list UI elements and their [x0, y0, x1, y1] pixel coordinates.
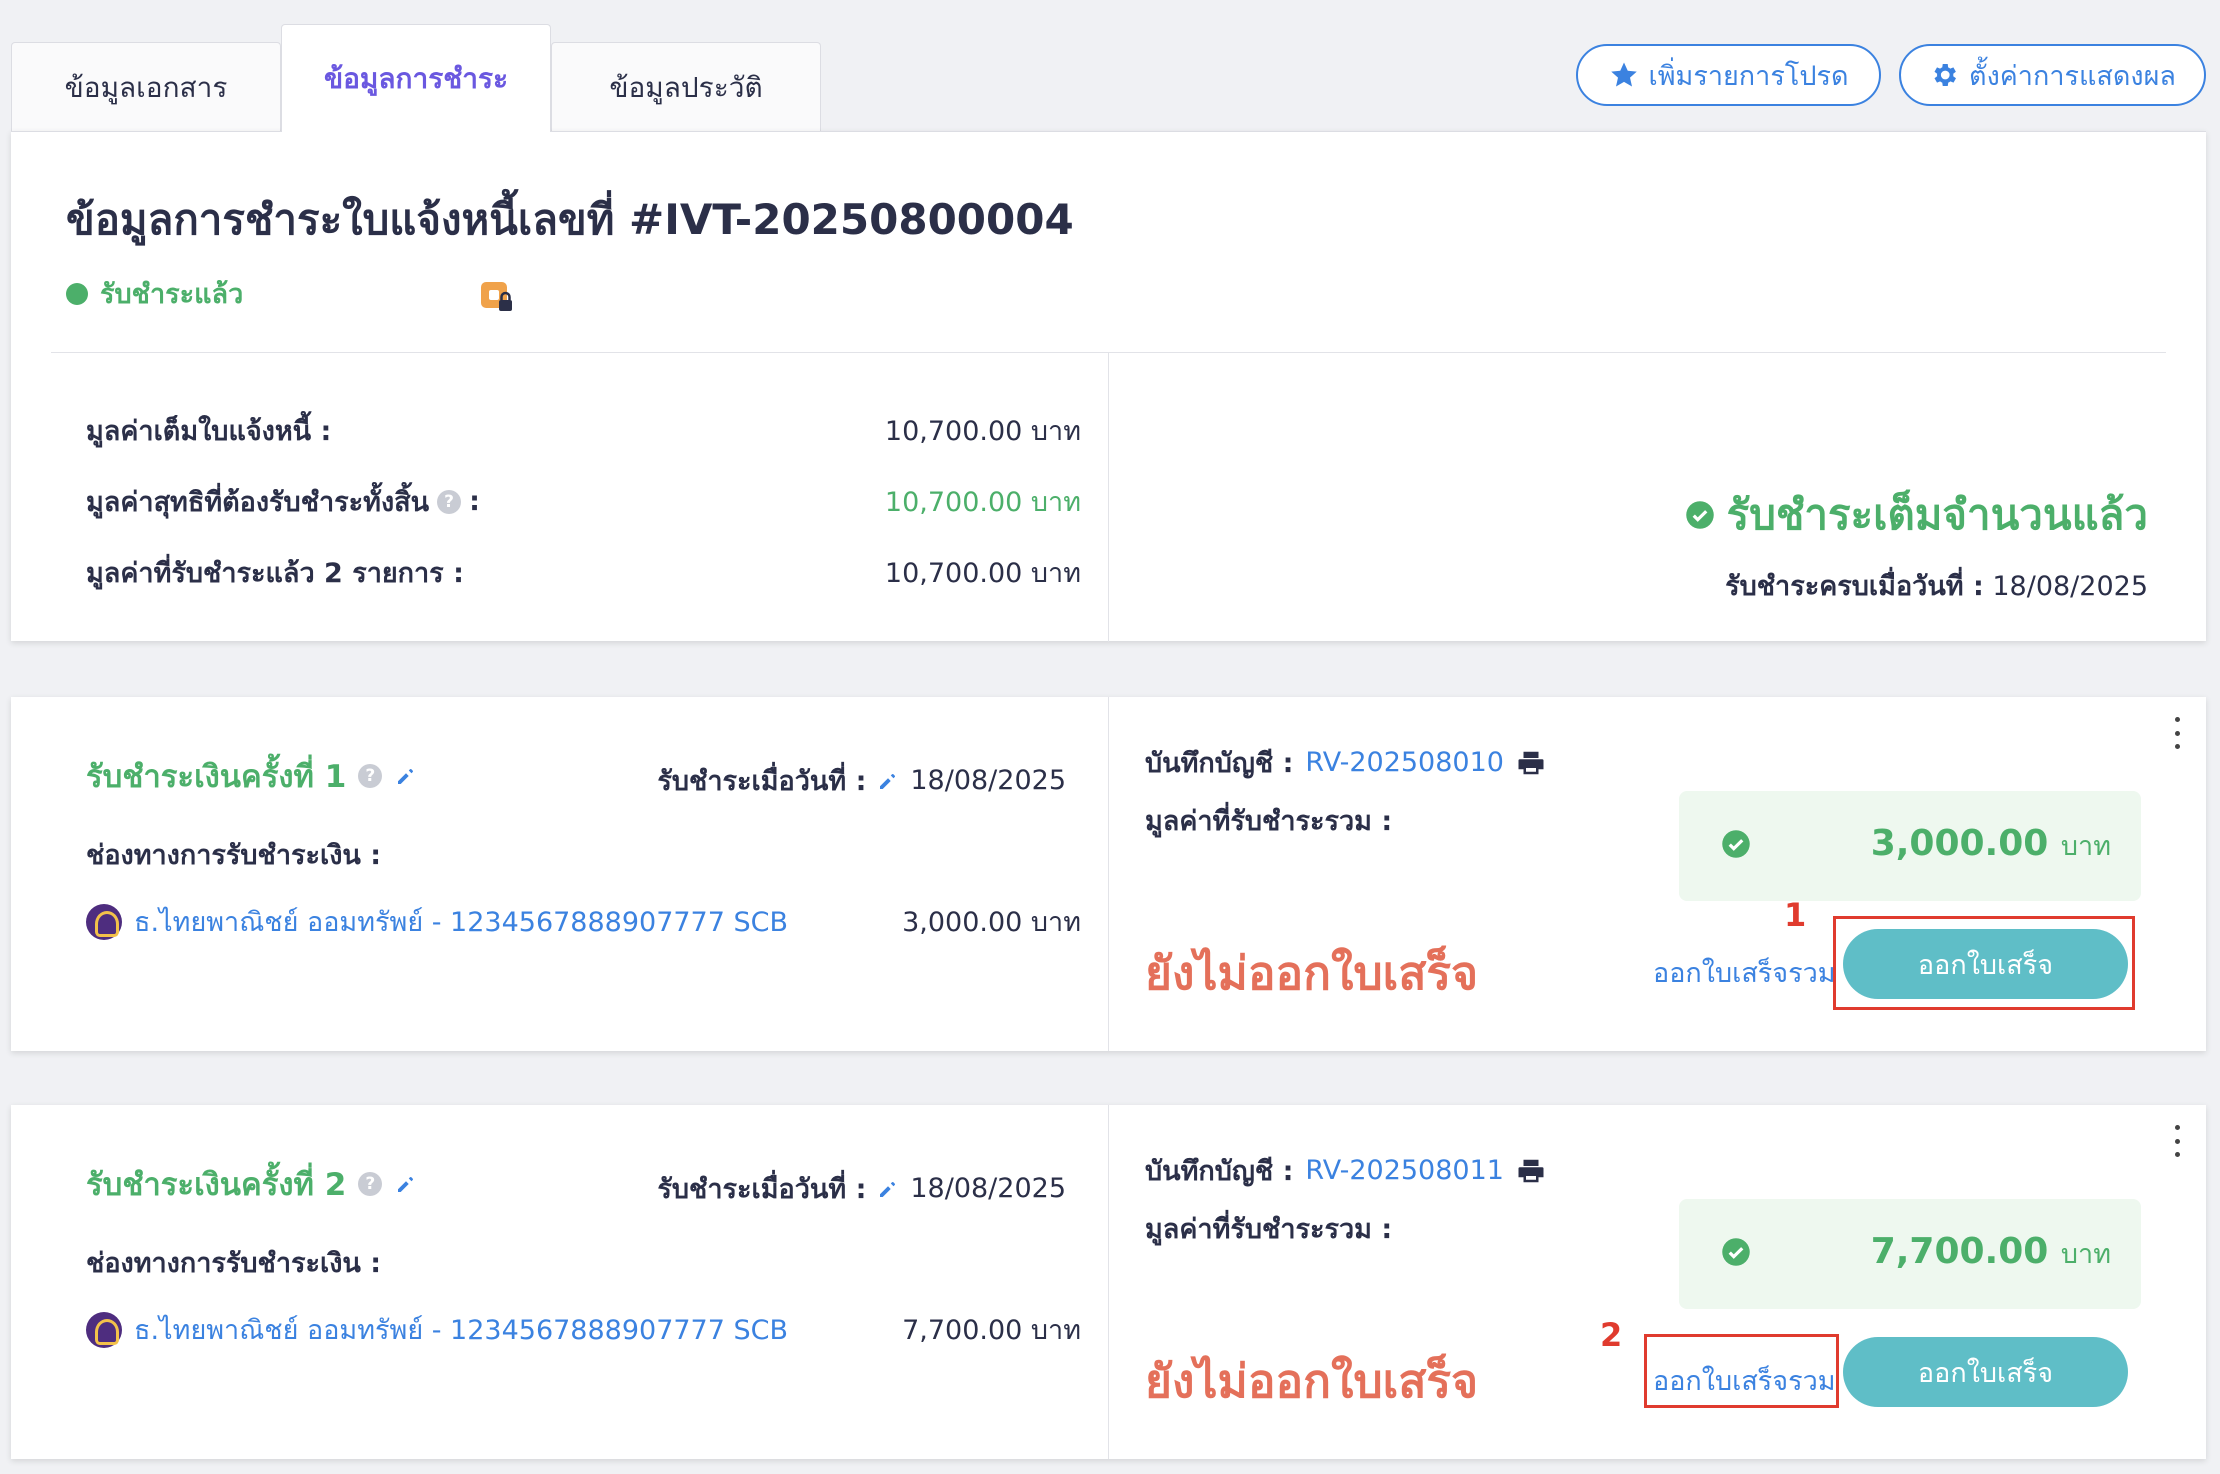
payment-channel-label: ช่องทางการรับชำระเงิน :	[86, 1248, 382, 1279]
paid-date-label: รับชำระครบเมื่อวันที่ :	[1725, 571, 1984, 602]
tab-payment-info[interactable]: ข้อมูลการชำระ	[281, 24, 551, 132]
check-circle-icon	[1722, 830, 1750, 858]
bank-amount: 7,700.00 บาท	[902, 1315, 1081, 1346]
payment-summary-card: ข้อมูลการชำระใบแจ้งหนี้เลขที่ #IVT-20250…	[11, 131, 2206, 642]
net-due-label-text: มูลค่าสุทธิที่ต้องรับชำระทั้งสิ้น	[86, 487, 430, 518]
payment-title: รับชำระเงินครั้งที่ 2 ?	[86, 1159, 418, 1209]
bank-account[interactable]: ธ.ไทยพาณิชย์ ออมทรัพย์ - 123456788890777…	[86, 1308, 788, 1351]
total-received-amount: 3,000.00 บาท	[1871, 823, 2111, 867]
annotation-number-1: 1	[1784, 896, 1807, 934]
page-title: ข้อมูลการชำระใบแจ้งหนี้เลขที่ #IVT-20250…	[66, 195, 1074, 244]
net-due-value: 10,700.00 บาท	[884, 487, 1081, 518]
bank-account-text[interactable]: ธ.ไทยพาณิชย์ ออมทรัพย์ - 123456788890777…	[134, 1308, 788, 1351]
invoice-total-label: มูลค่าเต็มใบแจ้งหนี้ :	[86, 416, 332, 447]
total-received-value: 7,700.00	[1870, 1231, 2049, 1272]
display-settings-label: ตั้งค่าการแสดงผล	[1969, 60, 2176, 92]
bank-account-text[interactable]: ธ.ไทยพาณิชย์ ออมทรัพย์ - 123456788890777…	[134, 900, 788, 943]
more-options-icon[interactable]	[2172, 1125, 2182, 1157]
help-icon[interactable]: ?	[437, 489, 462, 514]
payment-column-divider	[1108, 1105, 1109, 1459]
locked-document-icon[interactable]	[479, 280, 513, 314]
payment-channel-row: ธ.ไทยพาณิชย์ ออมทรัพย์ - 123456788890777…	[86, 1308, 1081, 1351]
payment-date-value: 18/08/2025	[910, 765, 1066, 796]
printer-icon[interactable]	[1516, 748, 1546, 778]
scb-bank-logo-icon	[86, 1311, 122, 1348]
more-options-icon[interactable]	[2172, 717, 2182, 749]
net-due-label-suffix: :	[469, 486, 480, 517]
total-received-label: มูลค่าที่รับชำระรวม :	[1145, 1214, 1393, 1245]
edit-date-pencil-icon[interactable]	[876, 1177, 900, 1201]
check-circle-icon	[1685, 501, 1714, 529]
total-received-amount: 7,700.00 บาท	[1871, 1231, 2111, 1275]
edit-pencil-icon[interactable]	[394, 1172, 418, 1196]
summary-column-divider	[1108, 353, 1109, 642]
help-icon[interactable]: ?	[358, 764, 383, 788]
display-settings-button[interactable]: ตั้งค่าการแสดงผล	[1899, 44, 2206, 106]
payment-column-divider	[1108, 697, 1109, 1051]
bank-amount: 3,000.00 บาท	[902, 907, 1081, 938]
scb-bank-logo-icon	[86, 903, 122, 940]
payment-date-label: รับชำระเมื่อวันที่ :	[657, 1174, 867, 1205]
edit-date-pencil-icon[interactable]	[876, 769, 900, 793]
full-paid-status: รับชำระเต็มจำนวนแล้ว	[1685, 482, 2148, 548]
receipt-status: ยังไม่ออกใบเสร็จ	[1145, 946, 1479, 1000]
invoice-total-row: มูลค่าเต็มใบแจ้งหนี้ : 10,700.00 บาท	[86, 409, 1081, 452]
payment-channel-row: ธ.ไทยพาณิชย์ ออมทรัพย์ - 123456788890777…	[86, 900, 1081, 943]
payment-card-2: รับชำระเงินครั้งที่ 2 ? รับชำระเมื่อวันท…	[11, 1105, 2206, 1459]
receipt-status: ยังไม่ออกใบเสร็จ	[1145, 1354, 1479, 1408]
add-favorite-button[interactable]: เพิ่มรายการโปรด	[1576, 44, 1881, 106]
ledger-label: บันทึกบัญชี :	[1145, 748, 1294, 779]
paid-complete-date: รับชำระครบเมื่อวันที่ : 18/08/2025	[1725, 564, 2148, 607]
annotation-number-2: 2	[1600, 1316, 1623, 1354]
ledger-link[interactable]: RV-202508011	[1305, 1155, 1504, 1186]
edit-pencil-icon[interactable]	[394, 764, 418, 788]
payment-date-label: รับชำระเมื่อวันที่ :	[657, 766, 867, 797]
payment-title-text: รับชำระเงินครั้งที่ 2	[86, 1167, 347, 1203]
status-label: รับชำระแล้ว	[100, 279, 244, 310]
help-icon[interactable]: ?	[358, 1172, 383, 1196]
payment-channel-label: ช่องทางการรับชำระเงิน :	[86, 840, 382, 871]
total-received-value: 3,000.00	[1870, 823, 2049, 864]
paid-total-row: มูลค่าที่รับชำระแล้ว 2 รายการ : 10,700.0…	[86, 551, 1081, 594]
ledger-entry: บันทึกบัญชี : RV-202508011	[1145, 1149, 1546, 1192]
total-received-label: มูลค่าที่รับชำระรวม :	[1145, 806, 1393, 837]
tab-history-info[interactable]: ข้อมูลประวัติ	[551, 42, 821, 132]
paid-date-value: 18/08/2025	[1992, 571, 2148, 602]
star-icon	[1610, 62, 1637, 87]
ledger-entry: บันทึกบัญชี : RV-202508010	[1145, 741, 1546, 784]
annotation-box-1	[1833, 916, 2135, 1010]
paid-total-value: 10,700.00 บาท	[884, 558, 1081, 589]
total-received-box: 7,700.00 บาท	[1679, 1199, 2141, 1309]
payment-date-value: 18/08/2025	[910, 1173, 1066, 1204]
tab-document-info[interactable]: ข้อมูลเอกสาร	[11, 42, 281, 132]
payment-title: รับชำระเงินครั้งที่ 1 ?	[86, 751, 418, 801]
currency-label: บาท	[2060, 1239, 2111, 1270]
combine-receipt-link[interactable]: ออกใบเสร็จรวม	[1653, 951, 1836, 994]
printer-icon[interactable]	[1516, 1156, 1546, 1186]
net-due-label: มูลค่าสุทธิที่ต้องรับชำระทั้งสิ้น ? :	[86, 480, 480, 523]
payment-date: รับชำระเมื่อวันที่ : 18/08/2025	[657, 759, 1066, 802]
check-circle-icon	[1722, 1238, 1750, 1266]
net-due-row: มูลค่าสุทธิที่ต้องรับชำระทั้งสิ้น ? : 10…	[86, 480, 1081, 523]
total-received-box: 3,000.00 บาท	[1679, 791, 2141, 901]
payment-title-text: รับชำระเงินครั้งที่ 1	[86, 759, 347, 795]
ledger-label: บันทึกบัญชี :	[1145, 1156, 1294, 1187]
invoice-total-value: 10,700.00 บาท	[884, 416, 1081, 447]
full-paid-label: รับชำระเต็มจำนวนแล้ว	[1726, 490, 2148, 539]
bank-account[interactable]: ธ.ไทยพาณิชย์ ออมทรัพย์ - 123456788890777…	[86, 900, 788, 943]
paid-total-label: มูลค่าที่รับชำระแล้ว 2 รายการ :	[86, 558, 464, 589]
annotation-box-2	[1644, 1334, 1839, 1408]
add-favorite-label: เพิ่มรายการโปรด	[1648, 60, 1849, 92]
ledger-link[interactable]: RV-202508010	[1305, 747, 1504, 778]
currency-label: บาท	[2060, 831, 2111, 862]
status-badge: รับชำระแล้ว	[66, 272, 243, 315]
gear-icon	[1934, 64, 1957, 86]
status-dot-icon	[66, 282, 88, 305]
payment-date: รับชำระเมื่อวันที่ : 18/08/2025	[657, 1167, 1066, 1210]
issue-receipt-button[interactable]: ออกใบเสร็จ	[1843, 1337, 2128, 1407]
